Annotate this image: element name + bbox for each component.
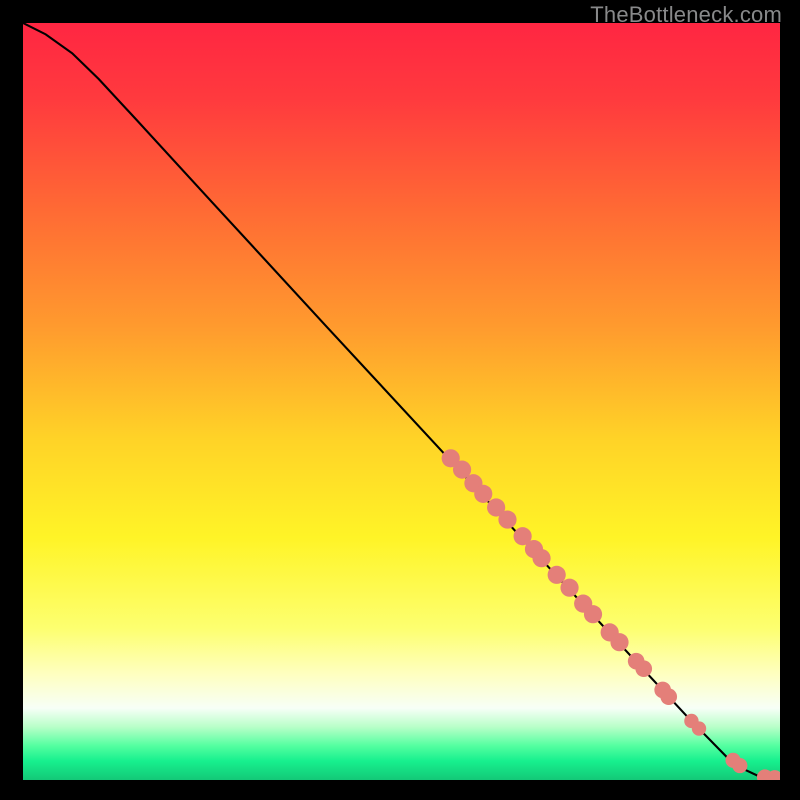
data-marker (635, 660, 652, 677)
marker-group (442, 449, 780, 780)
data-marker (532, 549, 550, 567)
chart-overlay (23, 23, 780, 780)
data-marker (498, 511, 516, 529)
data-marker (610, 633, 628, 651)
data-marker (660, 688, 677, 705)
data-marker (584, 605, 602, 623)
data-marker (560, 579, 578, 597)
plot-area (23, 23, 780, 780)
data-marker (548, 566, 566, 584)
data-marker (474, 485, 492, 503)
data-marker (732, 758, 747, 773)
data-marker (692, 721, 706, 735)
chart-stage: TheBottleneck.com (0, 0, 800, 800)
bottleneck-curve (23, 23, 780, 778)
